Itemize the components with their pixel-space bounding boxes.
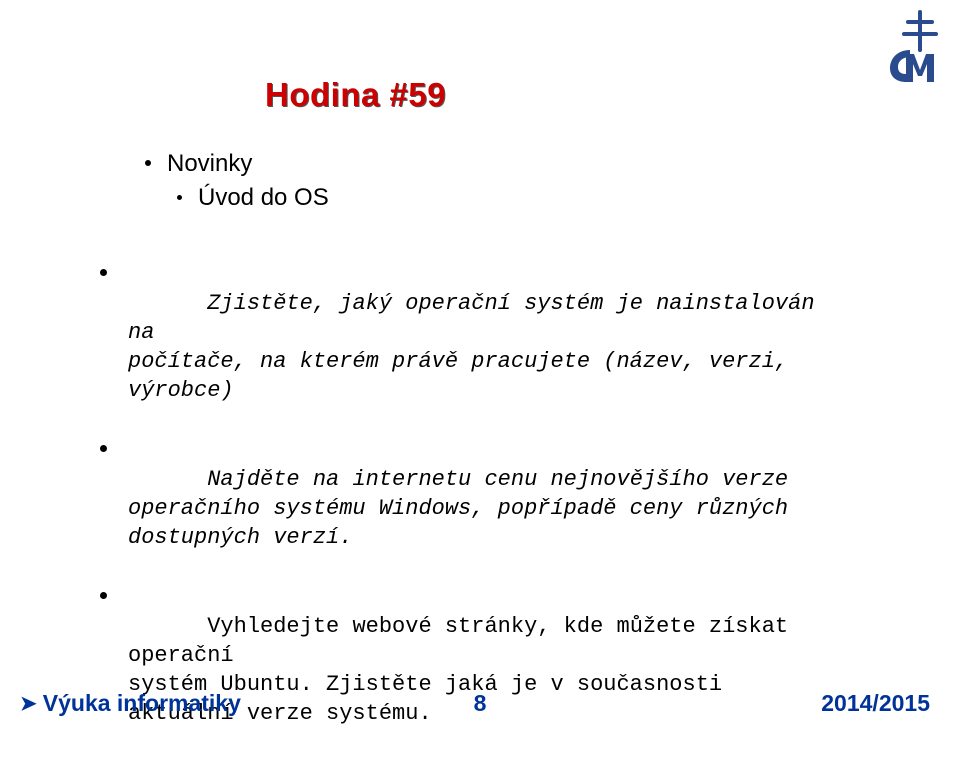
footer-left: ➤Výuka informatiky xyxy=(20,690,241,717)
page-number: 8 xyxy=(474,690,487,717)
slide-title: Hodina #59 xyxy=(265,76,446,114)
list-item: Novinky xyxy=(145,150,329,178)
list-item: Úvod do OS xyxy=(177,184,329,212)
task-item: Vyhledejte webové stránky, kde můžete zí… xyxy=(92,583,840,757)
bullet-icon xyxy=(177,195,182,200)
logo-cm-icon xyxy=(890,10,946,82)
footer-left-text: Výuka informatiky xyxy=(43,690,241,716)
task-text: Zjistěte, jaký operační systém je nainst… xyxy=(128,291,828,403)
bullet-icon xyxy=(145,160,151,166)
topic-list: Novinky Úvod do OS xyxy=(145,150,329,218)
task-list: Zjistěte, jaký operační systém je nainst… xyxy=(92,260,840,759)
bullet-icon xyxy=(100,269,107,276)
list-item-label: Úvod do OS xyxy=(198,184,329,211)
task-item: Najděte na internetu cenu nejnovějšího v… xyxy=(92,436,840,581)
bullet-icon xyxy=(100,592,107,599)
list-item-label: Novinky xyxy=(167,150,252,177)
task-text: Najděte na internetu cenu nejnovějšího v… xyxy=(128,467,788,550)
bullet-icon xyxy=(100,445,107,452)
footer: ➤Výuka informatiky 8 2014/2015 xyxy=(0,687,960,717)
task-item: Zjistěte, jaký operační systém je nainst… xyxy=(92,260,840,434)
footer-year: 2014/2015 xyxy=(821,690,930,717)
slide-page: Hodina #59 Novinky Úvod do OS Zjistěte, … xyxy=(0,0,960,743)
chevron-right-icon: ➤ xyxy=(20,691,37,716)
